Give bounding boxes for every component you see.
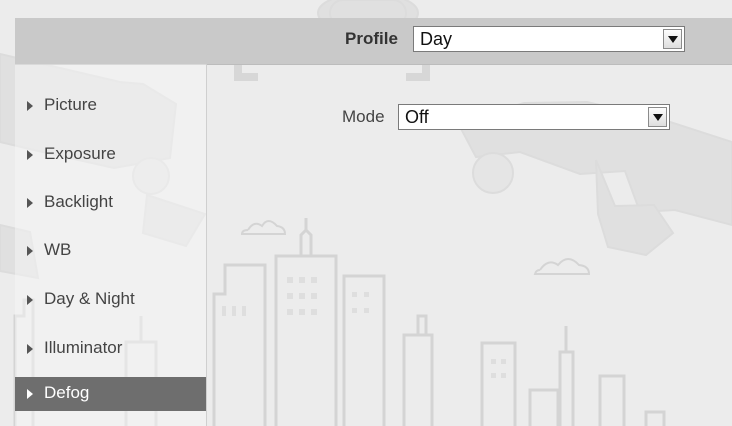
mode-select-value: Off bbox=[405, 107, 429, 127]
defog-settings-panel: Mode Off bbox=[206, 64, 732, 426]
play-icon bbox=[27, 344, 33, 354]
play-icon bbox=[27, 389, 33, 399]
play-icon bbox=[27, 246, 33, 256]
profile-select[interactable]: Day bbox=[413, 26, 685, 52]
sidebar-item-exposure[interactable]: Exposure bbox=[15, 138, 206, 172]
sidebar-item-label: WB bbox=[44, 240, 72, 259]
sidebar-item-backlight[interactable]: Backlight bbox=[15, 186, 206, 220]
sidebar-item-picture[interactable]: Picture bbox=[15, 89, 206, 123]
sidebar-item-day-night[interactable]: Day & Night bbox=[15, 283, 206, 317]
profile-select-value: Day bbox=[420, 29, 453, 49]
play-icon bbox=[27, 295, 33, 305]
sidebar-item-illuminator[interactable]: Illuminator bbox=[15, 332, 206, 366]
settings-sidebar: Picture Exposure Backlight WB Day & Nigh… bbox=[15, 64, 207, 426]
sidebar-item-label: Exposure bbox=[44, 144, 116, 163]
chevron-down-icon bbox=[663, 29, 682, 49]
mode-label: Mode bbox=[342, 107, 385, 126]
profile-bar: Profile Day bbox=[15, 18, 732, 65]
play-icon bbox=[27, 101, 33, 111]
sidebar-item-wb[interactable]: WB bbox=[15, 234, 206, 268]
sidebar-item-label: Defog bbox=[44, 383, 90, 402]
sidebar-item-defog[interactable]: Defog bbox=[15, 377, 206, 411]
play-icon bbox=[27, 198, 33, 208]
sidebar-item-label: Day & Night bbox=[44, 289, 135, 308]
play-icon bbox=[27, 150, 33, 160]
chevron-down-icon bbox=[648, 107, 667, 127]
mode-select[interactable]: Off bbox=[398, 104, 670, 130]
profile-label: Profile bbox=[345, 29, 398, 48]
sidebar-item-label: Backlight bbox=[44, 192, 113, 211]
sidebar-item-label: Picture bbox=[44, 95, 97, 114]
sidebar-item-label: Illuminator bbox=[44, 338, 123, 357]
